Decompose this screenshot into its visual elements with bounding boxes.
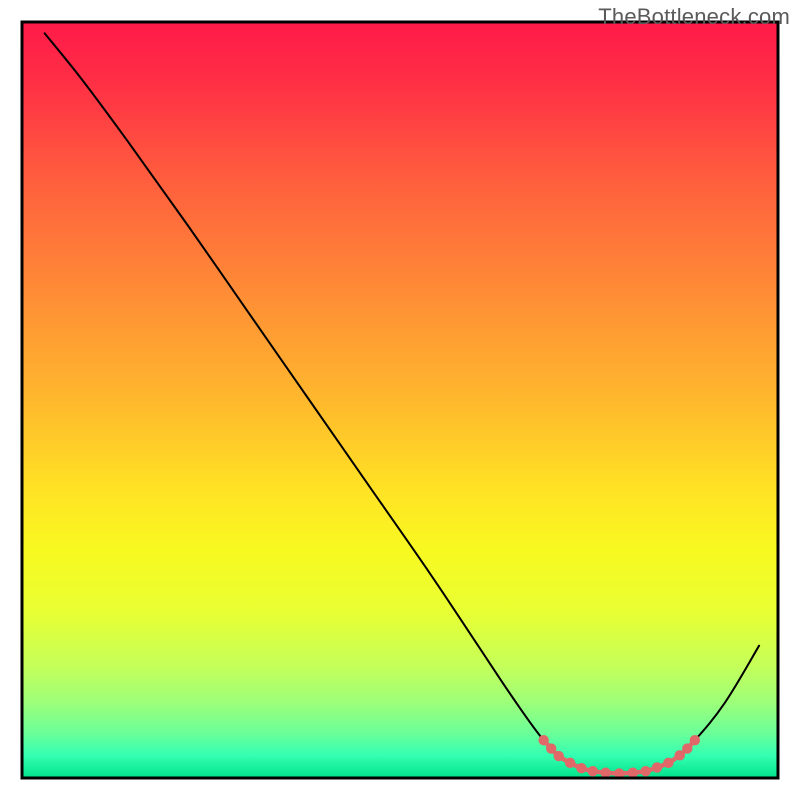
valley-dot (628, 768, 638, 778)
valley-dot (546, 743, 556, 753)
chart-svg (0, 0, 800, 800)
watermark-text: TheBottleneck.com (598, 4, 790, 30)
bottleneck-chart: TheBottleneck.com (0, 0, 800, 800)
valley-dot (600, 768, 610, 778)
valley-dot (538, 735, 548, 745)
valley-dot (641, 766, 651, 776)
valley-dot (663, 758, 673, 768)
valley-dot (554, 751, 564, 761)
valley-dot (588, 766, 598, 776)
valley-dot (576, 763, 586, 773)
valley-dot (682, 743, 692, 753)
gradient-background (22, 22, 778, 778)
valley-dot (690, 735, 700, 745)
valley-dot (565, 758, 575, 768)
valley-dot (652, 762, 662, 772)
